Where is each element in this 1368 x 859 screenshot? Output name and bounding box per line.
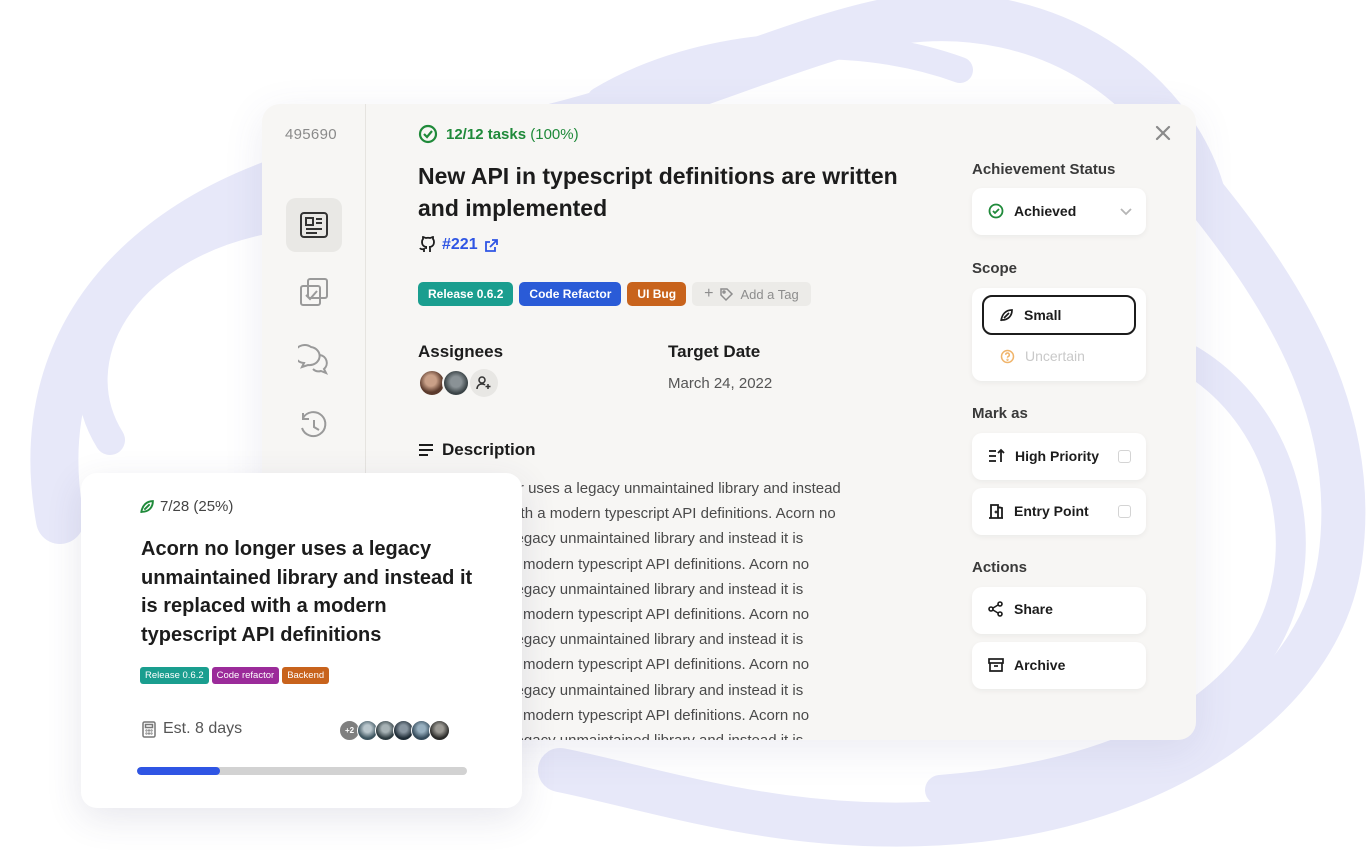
check-circle-icon [988, 203, 1004, 219]
achievement-status-value: Achieved [1014, 203, 1077, 219]
avatar[interactable] [442, 369, 470, 397]
details-tab[interactable] [286, 198, 342, 252]
side-panel: Achievement Status Achieved Scope Small [972, 104, 1152, 740]
tag-ui-bug[interactable]: UI Bug [627, 282, 687, 306]
archive-icon [988, 658, 1004, 672]
avatar[interactable] [429, 720, 450, 741]
archive-button[interactable]: Archive [972, 642, 1146, 689]
github-icon [419, 236, 435, 252]
check-circle-icon [418, 124, 438, 144]
close-icon[interactable] [1154, 124, 1172, 142]
share-label: Share [1014, 601, 1053, 617]
achievement-status-label: Achievement Status [972, 161, 1116, 178]
details-icon [300, 212, 328, 238]
high-priority-toggle[interactable]: High Priority [972, 433, 1146, 480]
issue-id: 495690 [285, 126, 337, 143]
card-tag-list: Release 0.6.2 Code refactor Backend [140, 667, 330, 684]
card-title: Acorn no longer uses a legacy unmaintain… [141, 538, 473, 646]
leaf-icon [1000, 308, 1013, 321]
scope-label: Scope [972, 260, 1018, 277]
archive-label: Archive [1014, 657, 1066, 673]
external-link-icon [484, 238, 498, 252]
issue-title: New API in typescript definitions are wr… [418, 163, 898, 221]
add-tag-button[interactable]: + Add a Tag [692, 282, 811, 306]
tasks-progress: 12/12 tasks (100%) [418, 124, 579, 144]
add-tag-label: Add a Tag [740, 286, 799, 302]
scope-select: Small Uncertain [972, 288, 1146, 381]
scope-uncertain-label: Uncertain [1025, 348, 1085, 364]
high-priority-checkbox[interactable] [1118, 450, 1131, 463]
card-estimate: Est. 8 days [141, 720, 242, 738]
tasks-tab[interactable] [286, 265, 342, 319]
high-priority-label: High Priority [1015, 448, 1100, 464]
door-icon [989, 504, 1003, 519]
issue-summary-card[interactable]: 7/28 (25%) Acorn no longer uses a legacy… [81, 473, 522, 808]
entry-point-toggle[interactable]: Entry Point [972, 488, 1146, 535]
tasks-icon [300, 278, 328, 306]
add-user-icon [476, 376, 491, 390]
card-progress: 7/28 (25%) [139, 498, 233, 515]
question-circle-icon [1000, 349, 1015, 363]
assignees-label: Assignees [418, 342, 504, 361]
text-align-icon [419, 444, 433, 456]
tag-release[interactable]: Release 0.6.2 [418, 282, 514, 306]
assignee-avatars [418, 369, 498, 397]
mark-as-label: Mark as [972, 405, 1028, 422]
comments-icon [298, 344, 329, 375]
card-estimate-text: Est. 8 days [163, 720, 243, 737]
chevron-down-icon [1120, 208, 1132, 216]
card-tag-backend[interactable]: Backend [282, 667, 330, 684]
calculator-icon [142, 720, 156, 738]
priority-icon [989, 448, 1005, 462]
card-progress-bar [137, 767, 467, 775]
entry-point-checkbox[interactable] [1118, 505, 1131, 518]
tag-icon [720, 287, 734, 301]
card-tag-release[interactable]: Release 0.6.2 [140, 667, 209, 684]
history-icon [301, 411, 327, 438]
scope-small-label: Small [1024, 307, 1062, 323]
actions-label: Actions [972, 559, 1028, 576]
tag-code-refactor[interactable]: Code Refactor [519, 282, 622, 306]
entry-point-label: Entry Point [1014, 503, 1089, 519]
github-link[interactable]: #221 [418, 236, 499, 254]
scope-option-uncertain[interactable]: Uncertain [1000, 348, 1085, 364]
card-avatars: +2 [339, 720, 450, 741]
card-tag-code-refactor[interactable]: Code refactor [211, 667, 280, 684]
card-progress-text: 7/28 (25%) [160, 498, 234, 515]
description-label: Description [442, 440, 536, 459]
add-assignee-button[interactable] [470, 369, 498, 397]
history-tab[interactable] [286, 399, 342, 453]
tasks-count: 12/12 tasks [446, 125, 527, 143]
target-date-label: Target Date [668, 342, 761, 361]
share-button[interactable]: Share [972, 587, 1146, 634]
tasks-percent: (100%) [530, 125, 579, 143]
achievement-status-select[interactable]: Achieved [972, 188, 1146, 235]
target-date-value[interactable]: March 24, 2022 [668, 375, 772, 392]
share-icon [988, 601, 1003, 617]
scope-option-small[interactable]: Small [982, 295, 1136, 335]
card-progress-fill [137, 767, 220, 775]
github-issue-number: #221 [442, 236, 478, 253]
tag-list: Release 0.6.2 Code Refactor UI Bug + Add… [418, 282, 811, 306]
leaf-icon [140, 499, 154, 513]
plus-icon: + [704, 285, 714, 302]
comments-tab[interactable] [286, 332, 342, 386]
description-header: Description [418, 440, 536, 460]
